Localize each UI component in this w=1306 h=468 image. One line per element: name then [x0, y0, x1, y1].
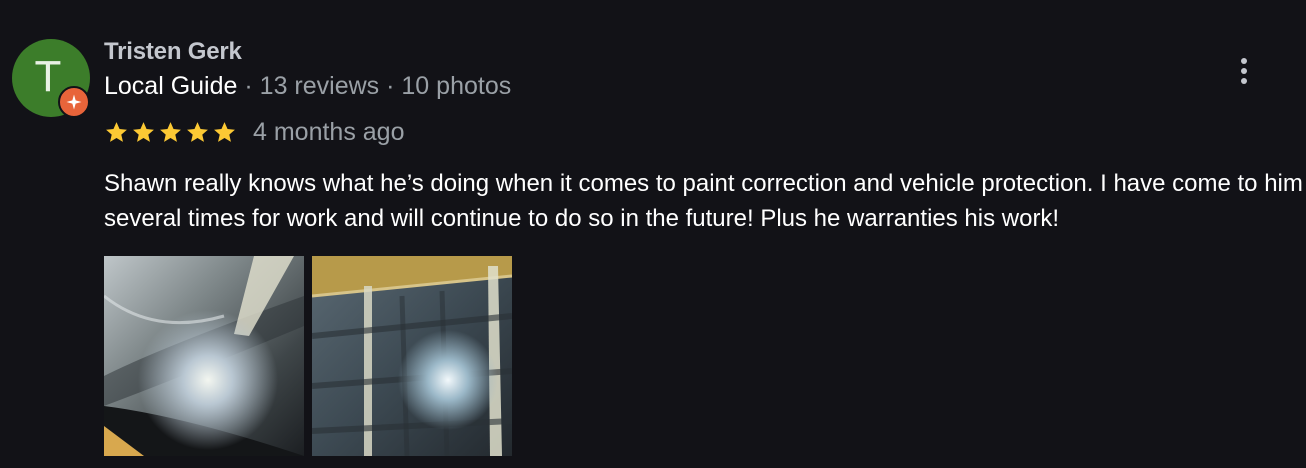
star-icon	[106, 122, 127, 142]
more-options-button[interactable]	[1230, 56, 1258, 86]
meta-separator: ·	[386, 72, 395, 100]
review-photo[interactable]	[104, 256, 304, 456]
star-rating	[104, 120, 237, 145]
star-icon	[214, 122, 235, 142]
local-guide-badge-icon	[58, 86, 90, 118]
star-icon	[160, 122, 181, 142]
reviewer-name[interactable]: Tristen Gerk	[104, 38, 242, 66]
review-photo[interactable]	[312, 256, 512, 456]
reviewer-meta: Local Guide · 13 reviews · 10 photos	[104, 72, 511, 101]
review-text: Shawn really knows what he’s doing when …	[104, 170, 1303, 232]
photos-count: 10 photos	[401, 72, 512, 100]
star-icon	[133, 122, 154, 142]
reviews-count: 13 reviews	[259, 72, 380, 100]
local-guide-label: Local Guide	[104, 72, 238, 100]
review-date: 4 months ago	[253, 118, 405, 146]
more-vertical-icon	[1241, 58, 1247, 84]
avatar-letter: T	[34, 52, 62, 101]
star-icon	[187, 122, 208, 142]
meta-separator: ·	[244, 72, 253, 100]
review-photos	[104, 256, 512, 456]
rating-row: 4 months ago	[104, 118, 405, 147]
